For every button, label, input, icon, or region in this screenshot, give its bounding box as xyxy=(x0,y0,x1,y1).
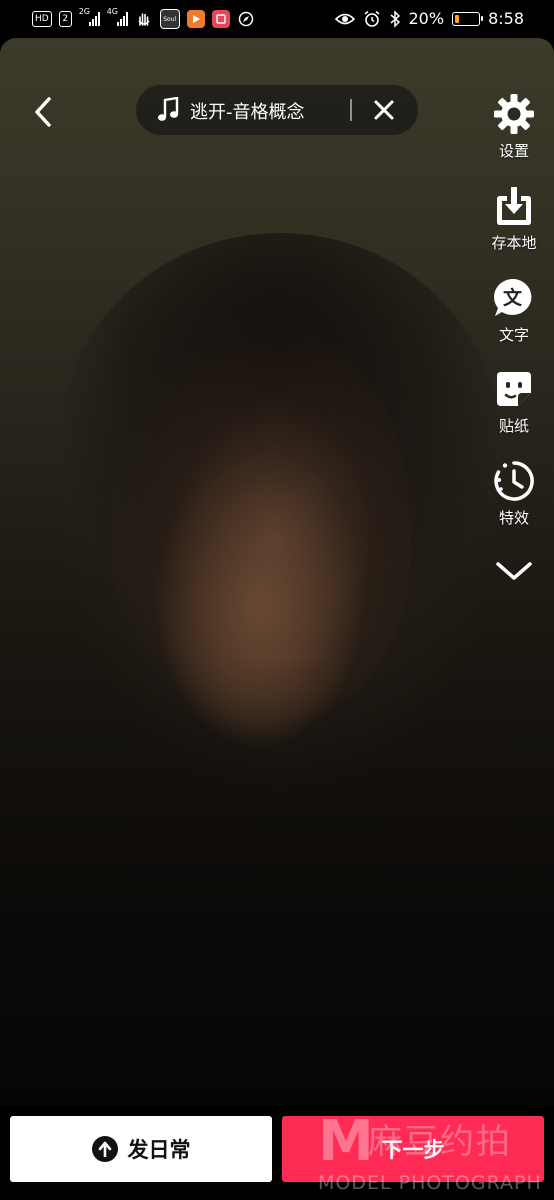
network-type-1: 2G xyxy=(78,7,90,16)
tool-sticker[interactable]: 贴纸 xyxy=(479,367,549,436)
bluetooth-icon xyxy=(390,9,400,28)
music-selector[interactable]: 逃开-音格概念 xyxy=(136,85,418,135)
soul-app-label: Soul xyxy=(163,15,177,23)
eye-icon xyxy=(334,13,355,24)
timer-effect-icon xyxy=(492,459,536,503)
hd-badge: HD xyxy=(32,11,52,27)
post-daily-label: 发日常 xyxy=(127,1138,191,1162)
sim2-badge: 2 xyxy=(58,11,72,27)
signal-1: 2G xyxy=(79,7,100,26)
tool-label: 文字 xyxy=(498,326,529,344)
clock: 8:58 xyxy=(488,9,524,28)
status-left: HD 2 2G 4G Soul xyxy=(32,7,255,29)
tool-label: 存本地 xyxy=(491,234,537,252)
tool-effects[interactable]: 特效 xyxy=(479,459,549,528)
signal-2: 4G xyxy=(107,7,128,26)
soul-app-icon: Soul xyxy=(159,9,180,29)
bottom-bar: 发日常 下一步 xyxy=(0,1106,554,1200)
orange-play-app-icon xyxy=(186,10,205,28)
chevron-down-icon[interactable] xyxy=(494,556,534,586)
text-bubble-icon: 文 xyxy=(492,276,536,320)
signal-bars-icon xyxy=(88,12,100,26)
music-divider xyxy=(350,99,352,121)
battery-icon xyxy=(452,11,484,26)
tool-text[interactable]: 文 文字 xyxy=(479,276,549,345)
tool-label: 设置 xyxy=(498,142,529,160)
next-step-button[interactable]: 下一步 xyxy=(282,1116,544,1182)
tool-save-local[interactable]: 存本地 xyxy=(479,184,549,253)
status-right: 20% 8:58 xyxy=(334,9,524,28)
tool-label: 贴纸 xyxy=(498,417,529,435)
network-type-2: 4G xyxy=(106,7,118,16)
photo-preview[interactable] xyxy=(0,38,554,1106)
upload-arrow-icon xyxy=(91,1136,118,1162)
gear-icon xyxy=(492,92,536,136)
red-book-app-icon xyxy=(211,10,230,28)
sticker-icon xyxy=(492,367,536,411)
battery-level xyxy=(455,14,460,23)
chevron-left-icon xyxy=(35,97,51,127)
hand-app-icon xyxy=(135,10,153,28)
alarm-icon xyxy=(363,10,380,27)
text-bubble-glyph: 文 xyxy=(503,287,523,309)
back-button[interactable] xyxy=(26,92,60,132)
compass-app-icon xyxy=(237,10,255,28)
music-note-icon xyxy=(158,97,179,121)
signal-bars-icon xyxy=(116,12,128,26)
next-step-label: 下一步 xyxy=(381,1138,445,1162)
tool-settings[interactable]: 设置 xyxy=(479,92,549,161)
photo-face xyxy=(110,318,410,718)
close-icon[interactable] xyxy=(372,98,396,122)
post-daily-button[interactable]: 发日常 xyxy=(10,1116,272,1182)
battery-percent: 20% xyxy=(408,9,445,28)
status-bar: HD 2 2G 4G Soul 20% 8:58 xyxy=(0,0,554,38)
download-icon xyxy=(492,184,536,228)
tool-label: 特效 xyxy=(498,509,529,527)
music-title: 逃开-音格概念 xyxy=(190,102,305,123)
